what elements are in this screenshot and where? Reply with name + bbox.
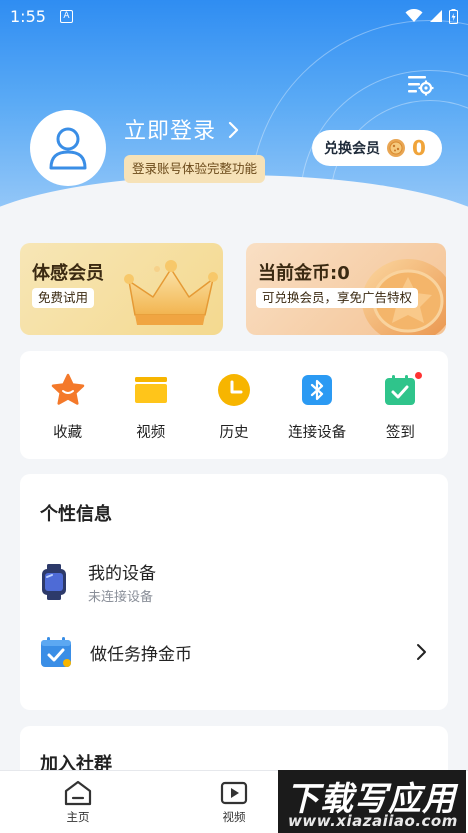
avatar[interactable] bbox=[30, 110, 106, 186]
quick-action-label: 历史 bbox=[219, 425, 249, 441]
calendar-check-icon bbox=[385, 375, 416, 405]
settings-button[interactable] bbox=[406, 72, 434, 98]
redeem-label: 兑换会员 bbox=[324, 141, 380, 157]
quick-action-history[interactable]: 历史 bbox=[194, 351, 274, 459]
watermark-logo: 下载写应用 www.xiazaiiao.com bbox=[278, 770, 466, 833]
smartwatch-icon bbox=[42, 564, 66, 600]
crown-icon bbox=[124, 260, 218, 325]
quick-action-videos[interactable]: 视频 bbox=[111, 351, 191, 459]
quick-action-checkin[interactable]: 签到 bbox=[360, 351, 440, 459]
nav-label: 主页 bbox=[66, 810, 90, 824]
device-status: 未连接设备 bbox=[88, 590, 154, 605]
bluetooth-icon bbox=[302, 375, 333, 405]
personal-info-card: 个性信息 我的设备 未连接设备 做任务挣金币 bbox=[20, 474, 448, 710]
coin-count: 0 bbox=[412, 136, 426, 160]
notification-a-icon: A bbox=[59, 9, 73, 23]
clock-icon bbox=[217, 374, 250, 406]
quick-action-label: 收藏 bbox=[53, 425, 83, 441]
user-icon bbox=[49, 127, 87, 170]
quick-action-favorites[interactable]: 收藏 bbox=[28, 351, 108, 459]
promo-tag: 免费试用 bbox=[32, 288, 95, 308]
task-title: 做任务挣金币 bbox=[90, 644, 192, 665]
login-title: 立即登录 bbox=[124, 119, 217, 144]
nav-label: 视频 bbox=[222, 810, 246, 824]
battery-icon bbox=[449, 8, 458, 24]
quick-action-connect-device[interactable]: 连接设备 bbox=[277, 351, 357, 459]
task-calendar-icon bbox=[41, 637, 71, 667]
redeem-membership-button[interactable]: 兑换会员 0 bbox=[312, 130, 442, 166]
membership-promo-card[interactable]: 体感会员 免费试用 bbox=[20, 243, 223, 335]
promo-title: 当前金币:0 bbox=[258, 263, 350, 284]
watermark-url: www.xiazaiiao.com bbox=[288, 812, 458, 830]
star-icon bbox=[51, 373, 84, 405]
notification-dot bbox=[415, 372, 423, 379]
video-folder-icon bbox=[134, 377, 167, 403]
coins-promo-card[interactable]: 当前金币:0 可兑换会员，享免广告特权 bbox=[246, 243, 446, 335]
nav-home[interactable]: 主页 bbox=[0, 771, 156, 833]
device-title: 我的设备 bbox=[88, 564, 156, 584]
quick-action-label: 连接设备 bbox=[288, 425, 347, 441]
status-time: 1:55 bbox=[10, 6, 46, 26]
settings-list-icon bbox=[408, 76, 434, 96]
login-link[interactable]: 立即登录 bbox=[124, 113, 240, 145]
quick-action-label: 签到 bbox=[385, 425, 415, 441]
promo-tag: 可兑换会员，享免广告特权 bbox=[256, 288, 419, 308]
home-icon bbox=[64, 780, 92, 806]
quick-actions-card: 收藏 视频 历史 连接设备 签到 bbox=[20, 351, 448, 459]
quick-action-label: 视频 bbox=[136, 425, 166, 441]
coin-icon bbox=[387, 139, 405, 157]
status-bar: 1:55 A bbox=[0, 0, 468, 32]
login-subtitle-badge[interactable]: 登录账号体验完整功能 bbox=[124, 155, 266, 183]
video-play-icon bbox=[220, 781, 248, 805]
section-title: 个性信息 bbox=[40, 504, 112, 525]
wifi-icon bbox=[405, 9, 423, 22]
chevron-right-icon bbox=[228, 121, 239, 139]
my-device-row[interactable]: 我的设备 未连接设备 bbox=[40, 552, 428, 612]
earn-coins-task-row[interactable]: 做任务挣金币 bbox=[40, 632, 428, 672]
signal-icon bbox=[430, 10, 442, 22]
chevron-right-icon bbox=[417, 644, 426, 660]
promo-title: 体感会员 bbox=[32, 263, 104, 284]
